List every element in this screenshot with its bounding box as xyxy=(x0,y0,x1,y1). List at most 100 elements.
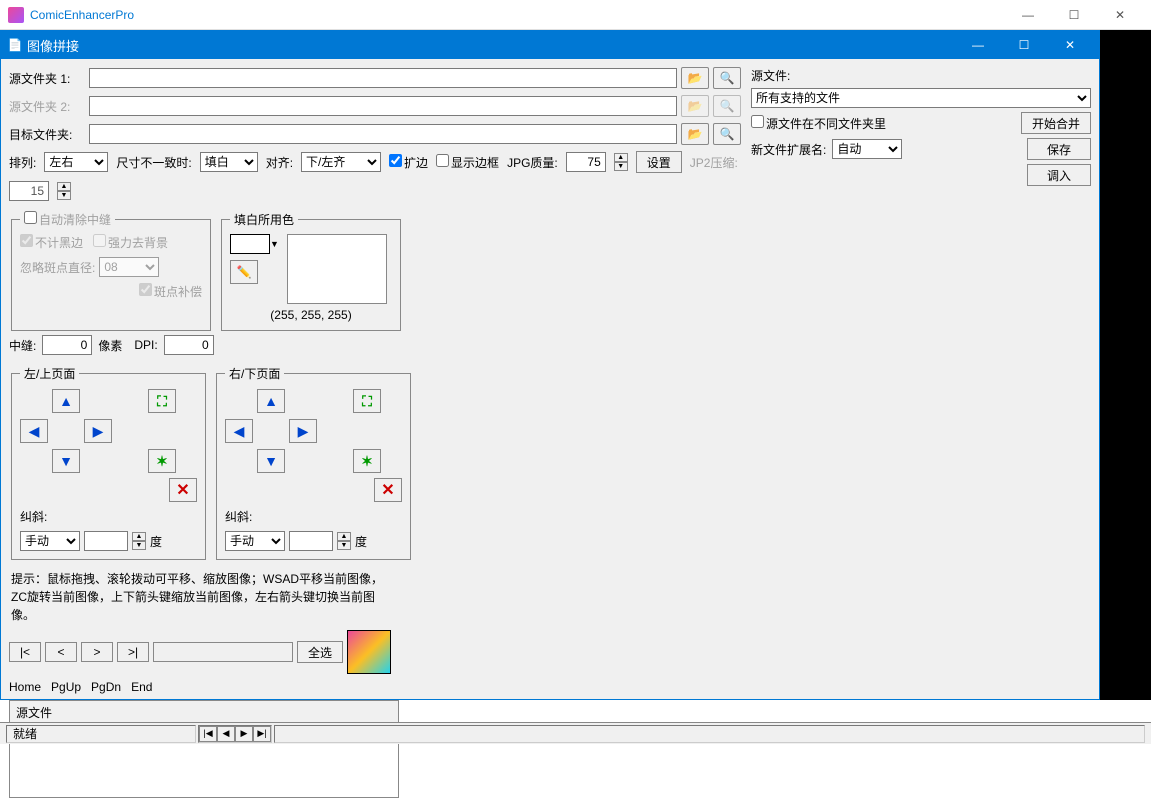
rp-skew-mode[interactable]: 手动 xyxy=(225,531,285,551)
arrange-label: 排列: xyxy=(9,154,36,171)
nav-last-button[interactable]: >| xyxy=(117,642,149,662)
status-spacer xyxy=(274,725,1145,743)
nav-prev-button[interactable]: < xyxy=(45,642,77,662)
spot-diameter-label: 忽略斑点直径: xyxy=(20,259,95,276)
rp-skew-input[interactable] xyxy=(289,531,333,551)
srcdiff-checkbox[interactable] xyxy=(751,115,764,128)
lp-down-button[interactable]: ▼ xyxy=(52,449,80,473)
doc-icon: 📄 xyxy=(7,37,23,53)
nav-first-button[interactable]: |< xyxy=(9,642,41,662)
src-folder1-label: 源文件夹 1: xyxy=(9,70,85,87)
showborder-checkbox-label[interactable]: 显示边框 xyxy=(436,154,499,171)
inner-minimize-button[interactable]: — xyxy=(955,31,1001,59)
lp-prev-button[interactable]: ◀ xyxy=(20,419,48,443)
inner-window-controls: — ☐ ✕ xyxy=(955,31,1093,59)
dpi-label: DPI: xyxy=(134,338,157,352)
load-button[interactable]: 调入 xyxy=(1027,164,1091,186)
thumbnail-preview xyxy=(347,630,391,674)
status-last-button[interactable]: ▶| xyxy=(253,726,271,742)
status-pager: |◀ ◀ ▶ ▶| xyxy=(199,726,271,742)
color-swatch[interactable] xyxy=(230,234,270,254)
nav-next-button[interactable]: > xyxy=(81,642,113,662)
rp-up-button[interactable]: ▲ xyxy=(257,389,285,413)
new-ext-select[interactable]: 自动 xyxy=(832,139,902,159)
arrange-select[interactable]: 左右 xyxy=(44,152,108,172)
spotcomp-checkbox xyxy=(139,283,152,296)
color-preview xyxy=(287,234,387,304)
minimize-button[interactable]: — xyxy=(1005,0,1051,30)
status-bar: 就绪 |◀ ◀ ▶ ▶| xyxy=(0,722,1151,744)
dst-folder-input[interactable] xyxy=(89,124,677,144)
eyedropper-button[interactable]: ✏️ xyxy=(230,260,258,284)
rp-skew-label: 纠斜: xyxy=(225,508,252,525)
showborder-checkbox[interactable] xyxy=(436,154,449,167)
maximize-button[interactable]: ☐ xyxy=(1051,0,1097,30)
zoom1-button[interactable]: 🔍 xyxy=(713,67,741,89)
autoclear-fieldset: 自动清除中缝 不计黑边 强力去背景 忽略斑点直径: 08 斑点补偿 xyxy=(11,211,211,331)
zoom-dst-button[interactable]: 🔍 xyxy=(713,123,741,145)
outer-window-controls: — ☐ ✕ xyxy=(1005,0,1143,30)
ignoreblack-label: 不计黑边 xyxy=(20,234,83,251)
jpg-quality-input[interactable] xyxy=(566,152,606,172)
right-panel: 源文件: 所有支持的文件 源文件在不同文件夹里 开始合并 新文件扩展名: 自动 … xyxy=(751,67,1091,190)
rp-delete-button[interactable]: ✕ xyxy=(374,478,402,502)
rp-prev-button[interactable]: ◀ xyxy=(225,419,253,443)
seam-input[interactable] xyxy=(42,335,92,355)
jp2-input xyxy=(9,181,49,201)
home-key-label: Home xyxy=(9,680,41,694)
hint-text: 提示：鼠标拖拽、滚轮拨动可平移、缩放图像；WSAD平移当前图像，ZC旋转当前图像… xyxy=(11,570,391,624)
pixel-label: 像素 xyxy=(98,337,122,354)
seam-label: 中缝: xyxy=(9,337,36,354)
expand-checkbox[interactable] xyxy=(389,154,402,167)
settings-button[interactable]: 设置 xyxy=(636,151,682,173)
dpi-input[interactable] xyxy=(164,335,214,355)
expand-checkbox-label[interactable]: 扩边 xyxy=(389,154,428,171)
status-prev-button[interactable]: ◀ xyxy=(217,726,235,742)
rp-shrink-button[interactable]: ✶ xyxy=(353,449,381,473)
lp-shrink-button[interactable]: ✶ xyxy=(148,449,176,473)
jpg-quality-label: JPG质量: xyxy=(507,154,558,171)
lp-up-button[interactable]: ▲ xyxy=(52,389,80,413)
dst-folder-label: 目标文件夹: xyxy=(9,126,85,143)
jp2-label: JP2压缩: xyxy=(690,154,738,171)
jpg-quality-spinner[interactable]: ▲▼ xyxy=(614,153,628,171)
inner-close-button[interactable]: ✕ xyxy=(1047,31,1093,59)
align-select[interactable]: 下/左齐 xyxy=(301,152,381,172)
close-button[interactable]: ✕ xyxy=(1097,0,1143,30)
rp-expand-button[interactable]: ⛶ xyxy=(353,389,381,413)
left-page-legend: 左/上页面 xyxy=(20,365,79,382)
browse-dst-button[interactable]: 📂 xyxy=(681,123,709,145)
status-text: 就绪 xyxy=(6,725,196,743)
inner-maximize-button[interactable]: ☐ xyxy=(1001,31,1047,59)
status-next-button[interactable]: ▶ xyxy=(235,726,253,742)
rp-skew-spinner[interactable]: ▲▼ xyxy=(337,532,351,550)
status-first-button[interactable]: |◀ xyxy=(199,726,217,742)
src-folder1-input[interactable] xyxy=(89,68,677,88)
file-list[interactable]: 源文件 xyxy=(9,700,399,798)
jp2-spinner: ▲▼ xyxy=(57,182,71,200)
lp-skew-label: 纠斜: xyxy=(20,508,47,525)
srcdiff-label[interactable]: 源文件在不同文件夹里 xyxy=(751,115,886,132)
start-merge-button[interactable]: 开始合并 xyxy=(1021,112,1091,134)
right-page-fieldset: 右/下页面 ▲⛶ ◀▶ ▼✶ ✕ 纠斜: 手动 ▲▼ 度 xyxy=(216,365,411,560)
rp-down-button[interactable]: ▼ xyxy=(257,449,285,473)
autoclear-checkbox[interactable] xyxy=(24,211,37,224)
autoclear-toggle[interactable]: 自动清除中缝 xyxy=(24,213,111,227)
app-title: ComicEnhancerPro xyxy=(30,8,1005,22)
lp-skew-mode[interactable]: 手动 xyxy=(20,531,80,551)
fillcolor-fieldset: 填白所用色 ▼ ✏️ (255, 255, 255) xyxy=(221,211,401,331)
save-button[interactable]: 保存 xyxy=(1027,138,1091,160)
fill-select[interactable]: 填白 xyxy=(200,152,258,172)
lp-skew-input[interactable] xyxy=(84,531,128,551)
lp-skew-spinner[interactable]: ▲▼ xyxy=(132,532,146,550)
lp-degree-label: 度 xyxy=(150,533,162,550)
select-all-button[interactable]: 全选 xyxy=(297,641,343,663)
browse2-button: 📂 xyxy=(681,95,709,117)
browse1-button[interactable]: 📂 xyxy=(681,67,709,89)
lp-expand-button[interactable]: ⛶ xyxy=(148,389,176,413)
lp-delete-button[interactable]: ✕ xyxy=(169,478,197,502)
srcfile-type-select[interactable]: 所有支持的文件 xyxy=(751,88,1091,108)
strongbg-checkbox xyxy=(93,234,106,247)
lp-next-button[interactable]: ▶ xyxy=(84,419,112,443)
rp-next-button[interactable]: ▶ xyxy=(289,419,317,443)
